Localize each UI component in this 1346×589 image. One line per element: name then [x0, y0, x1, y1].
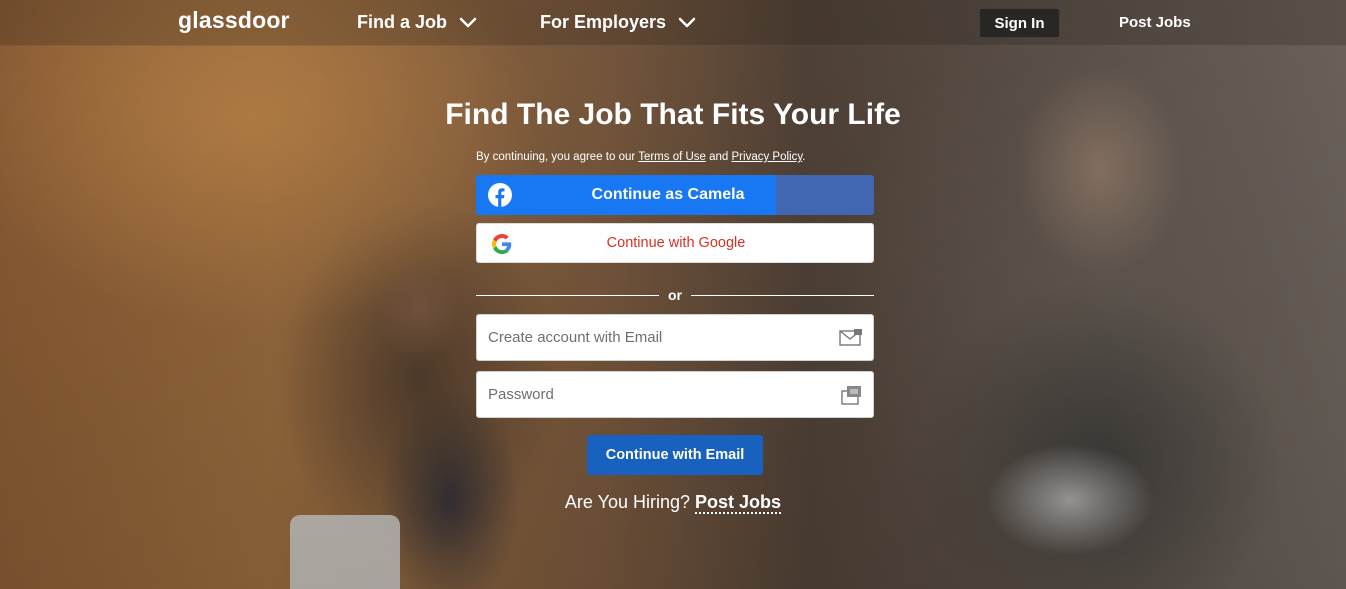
hiring-prompt: Are You Hiring? Post Jobs	[0, 492, 1346, 514]
password-field-container	[476, 371, 874, 418]
email-field-container	[476, 314, 874, 361]
nav-for-employers[interactable]: For Employers	[540, 12, 696, 33]
page-title: Find The Job That Fits Your Life	[445, 98, 901, 131]
privacy-policy-link[interactable]: Privacy Policy	[732, 151, 803, 163]
email-field[interactable]	[477, 315, 837, 360]
divider-line-right	[691, 295, 874, 296]
key-icon	[841, 386, 861, 405]
terms-notice: By continuing, you agree to our Terms of…	[476, 151, 805, 163]
terms-of-use-link[interactable]: Terms of Use	[638, 151, 706, 163]
terms-and: and	[705, 151, 732, 163]
sign-in-button[interactable]: Sign In	[979, 8, 1060, 38]
post-jobs-link[interactable]: Post Jobs	[1119, 14, 1191, 31]
envelope-icon	[839, 329, 862, 346]
terms-suffix: .	[802, 151, 806, 163]
continue-with-google-button[interactable]: Continue with Google	[476, 223, 874, 263]
facebook-icon	[488, 183, 512, 207]
hiring-post-jobs-link[interactable]: Post Jobs	[695, 492, 782, 514]
nav-find-a-job[interactable]: Find a Job	[357, 12, 477, 33]
or-divider: or	[476, 287, 874, 305]
terms-prefix: By continuing, you agree to our	[476, 151, 639, 163]
continue-with-email-button[interactable]: Continue with Email	[587, 435, 763, 475]
nav-find-a-job-label: Find a Job	[357, 12, 447, 32]
continue-with-facebook-button[interactable]: Continue as Camela	[476, 175, 874, 215]
hiring-prompt-text: Are You Hiring?	[564, 492, 691, 512]
chevron-down-icon	[678, 17, 696, 27]
top-navigation-bar: glassdoor Find a Job For Employers Sign …	[0, 0, 1346, 46]
google-button-label: Continue with Google	[606, 235, 746, 251]
nav-for-employers-label: For Employers	[540, 12, 667, 32]
facebook-button-label: Continue as Camela	[591, 186, 745, 203]
chevron-down-icon	[459, 17, 477, 27]
glassdoor-logo[interactable]: glassdoor	[178, 7, 290, 34]
password-field[interactable]	[477, 372, 837, 417]
